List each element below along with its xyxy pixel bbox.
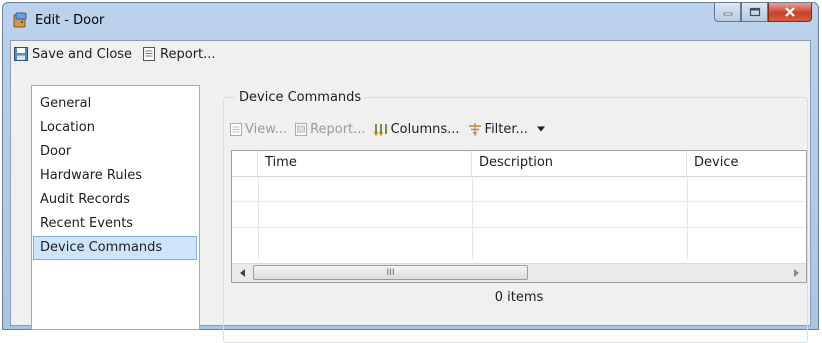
view-label: View... [245, 121, 288, 137]
nav-item-general[interactable]: General [34, 92, 199, 116]
table-row [232, 202, 806, 228]
sidebar-nav: General Location Door Hardware Rules Aud… [31, 85, 200, 330]
save-and-close-label: Save and Close [32, 46, 133, 62]
columns-button[interactable]: Columns... [373, 121, 460, 137]
nav-item-recent-events[interactable]: Recent Events [34, 212, 199, 236]
nav-item-location[interactable]: Location [34, 116, 199, 140]
column-header-time[interactable]: Time [258, 151, 472, 176]
caption-buttons [714, 3, 812, 23]
view-icon [230, 122, 242, 136]
chevron-down-icon [536, 126, 545, 132]
minimize-button[interactable] [714, 3, 741, 22]
device-commands-grid[interactable]: Time Description Device III [231, 150, 807, 283]
horizontal-scrollbar[interactable]: III [232, 263, 806, 282]
scroll-right-button[interactable] [787, 264, 804, 281]
window-title: Edit - Door [35, 13, 105, 28]
header-row-selector [232, 151, 258, 176]
maximize-icon [749, 7, 760, 17]
minimize-icon [723, 12, 732, 16]
grid-command-bar: View... Report... Columns... Filter... [230, 118, 557, 140]
panel-report-button[interactable]: Report... [295, 122, 366, 137]
nav-item-door[interactable]: Door [34, 140, 199, 164]
title-bar[interactable]: Edit - Door [3, 3, 818, 39]
table-row [232, 228, 806, 253]
scroll-right-arrow-icon [793, 268, 799, 277]
scroll-grip: III [386, 267, 395, 278]
nav-item-audit-records[interactable]: Audit Records [34, 188, 199, 212]
scrollbar-thumb[interactable]: III [253, 265, 528, 280]
edit-door-window: Edit - Door Save and Close Report... Gen… [2, 2, 819, 343]
window-client-area: Save and Close Report... General Locatio… [10, 40, 811, 343]
report-icon [143, 47, 156, 61]
filter-button[interactable]: Filter... [468, 122, 528, 137]
scroll-left-arrow-icon [239, 268, 245, 277]
door-app-icon [12, 12, 28, 28]
view-button[interactable]: View... [230, 122, 287, 137]
nav-item-hardware-rules[interactable]: Hardware Rules [34, 164, 199, 188]
filter-dropdown-button[interactable] [536, 126, 549, 132]
column-header-description[interactable]: Description [472, 151, 687, 176]
device-commands-panel: Device Commands View... Report... Column… [223, 90, 808, 343]
save-disk-icon [14, 47, 28, 61]
table-row [232, 176, 806, 202]
panel-title: Device Commands [236, 90, 365, 105]
close-icon [785, 7, 795, 17]
main-toolbar: Save and Close Report... [11, 41, 810, 67]
report-button[interactable]: Report... [142, 43, 216, 65]
scroll-left-button[interactable] [234, 264, 251, 281]
column-divider [258, 176, 259, 259]
nav-item-device-commands[interactable]: Device Commands [33, 236, 197, 260]
columns-label: Columns... [390, 121, 460, 137]
panel-report-icon [295, 122, 308, 136]
columns-icon [373, 123, 387, 136]
filter-label: Filter... [484, 121, 528, 137]
panel-report-label: Report... [310, 121, 366, 137]
item-count-status: 0 items [494, 290, 544, 305]
filter-icon [468, 122, 481, 136]
maximize-button[interactable] [741, 3, 768, 22]
column-header-device[interactable]: Device [687, 151, 806, 176]
column-divider [687, 176, 688, 259]
save-and-close-button[interactable]: Save and Close [14, 43, 132, 65]
report-label: Report... [160, 46, 216, 62]
grid-header: Time Description Device [232, 151, 806, 177]
column-divider [472, 176, 473, 259]
close-button[interactable] [768, 3, 812, 22]
